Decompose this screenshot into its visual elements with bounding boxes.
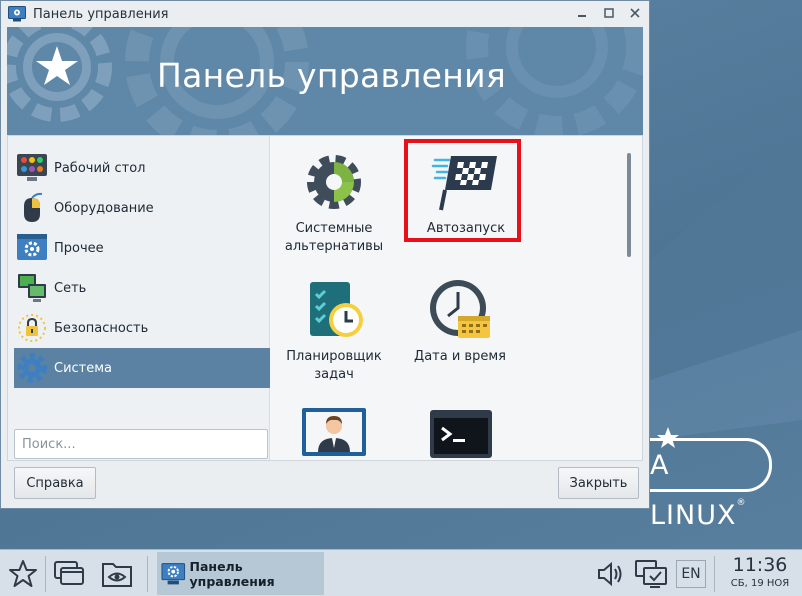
- folder-eye-icon: [102, 563, 132, 587]
- clock-time: 11:36: [732, 554, 788, 576]
- sidebar-item-label: Система: [54, 360, 113, 376]
- network-monitor-icon: [635, 560, 667, 588]
- network-status-button[interactable]: [634, 557, 668, 591]
- window-title: Панель управления: [33, 6, 169, 22]
- close-button[interactable]: Закрыть: [558, 467, 639, 499]
- sidebar-item-hardware[interactable]: Оборудование: [14, 188, 270, 228]
- volume-button[interactable]: [593, 557, 627, 591]
- system-icon: [14, 350, 50, 386]
- sidebar-item-label: Рабочий стол: [54, 160, 146, 176]
- applet-label: Планировщик: [286, 349, 382, 364]
- maximize-icon: [604, 8, 614, 18]
- window-close-button[interactable]: [628, 6, 642, 20]
- applet-date-time[interactable]: Дата и время: [397, 278, 523, 366]
- minimize-button[interactable]: [575, 6, 589, 20]
- sidebar-item-label: Сеть: [54, 280, 87, 296]
- desktop-logo-mark: ®: [736, 498, 747, 508]
- control-panel-app-icon: [8, 6, 26, 22]
- help-button[interactable]: Справка: [14, 467, 96, 499]
- hardware-icon: [14, 190, 50, 226]
- sidebar-item-security[interactable]: Безопасность: [14, 308, 270, 348]
- keyboard-layout-indicator[interactable]: EN: [676, 560, 706, 588]
- user-monitor-icon: [302, 408, 366, 456]
- star-icon: [9, 560, 37, 587]
- taskbar: Панель управления EN 11:36 СБ, 19 НОЯ: [0, 549, 802, 596]
- applet-task-scheduler[interactable]: Планировщик задач: [271, 278, 397, 384]
- security-icon: [14, 310, 50, 346]
- applet-label: задач: [314, 367, 354, 382]
- header-banner: Панель управления: [7, 27, 643, 135]
- content-area: Рабочий стол Оборудование Прочее Сеть Бе…: [7, 135, 643, 461]
- applet-grid-scrollbar[interactable]: [627, 153, 631, 257]
- desktop-logo-text: A LINUX: [650, 450, 737, 531]
- applet-terminal[interactable]: [397, 406, 523, 460]
- control-panel-window: Панель управления Панель управления Рабо…: [0, 0, 650, 509]
- other-icon: [14, 230, 50, 266]
- autostart-highlight-box: [404, 139, 521, 242]
- clock-date: СБ, 19 НОЯ: [730, 578, 790, 589]
- show-windows-button[interactable]: [52, 557, 86, 591]
- sidebar-item-label: Прочее: [54, 240, 104, 256]
- maximize-button[interactable]: [602, 6, 616, 20]
- applet-user-accounts[interactable]: [271, 406, 397, 460]
- category-sidebar: Рабочий стол Оборудование Прочее Сеть Бе…: [8, 136, 270, 460]
- taskbar-separator: [147, 556, 148, 592]
- clock-calendar-icon: [430, 280, 490, 338]
- windows-icon: [54, 561, 84, 585]
- applet-label: Дата и время: [414, 349, 506, 364]
- applet-label: альтернативы: [284, 239, 384, 254]
- page-title: Панель управления: [157, 56, 507, 95]
- sidebar-item-desktop[interactable]: Рабочий стол: [14, 148, 270, 188]
- terminal-icon: [430, 410, 492, 458]
- task-scheduler-icon: [310, 282, 363, 337]
- gear-icon: [307, 155, 361, 209]
- file-manager-button[interactable]: [100, 557, 134, 591]
- network-icon: [14, 270, 50, 306]
- sidebar-item-network[interactable]: Сеть: [14, 268, 270, 308]
- clock[interactable]: 11:36 СБ, 19 НОЯ: [720, 553, 800, 591]
- window-titlebar[interactable]: Панель управления: [1, 1, 649, 27]
- desktop-logo: A LINUX®: [648, 438, 772, 531]
- desktop-icon: [14, 150, 50, 186]
- taskbar-separator: [714, 556, 715, 592]
- taskbar-task-control-panel[interactable]: Панель управления: [157, 552, 324, 595]
- applet-system-alternatives[interactable]: Системные альтернативы: [271, 150, 397, 256]
- applet-label: Системные: [295, 221, 373, 236]
- control-panel-app-icon: [161, 562, 186, 584]
- sidebar-item-label: Безопасность: [54, 320, 149, 336]
- start-menu-button[interactable]: [6, 557, 40, 591]
- close-icon: [630, 8, 640, 18]
- search-input[interactable]: [14, 429, 268, 459]
- sidebar-item-other[interactable]: Прочее: [14, 228, 270, 268]
- sidebar-item-system[interactable]: Система: [14, 348, 270, 388]
- taskbar-separator: [45, 556, 46, 592]
- sidebar-item-label: Оборудование: [54, 200, 154, 216]
- speaker-icon: [598, 561, 622, 587]
- minimize-icon: [578, 15, 586, 17]
- taskbar-task-label: Панель управления: [189, 558, 275, 589]
